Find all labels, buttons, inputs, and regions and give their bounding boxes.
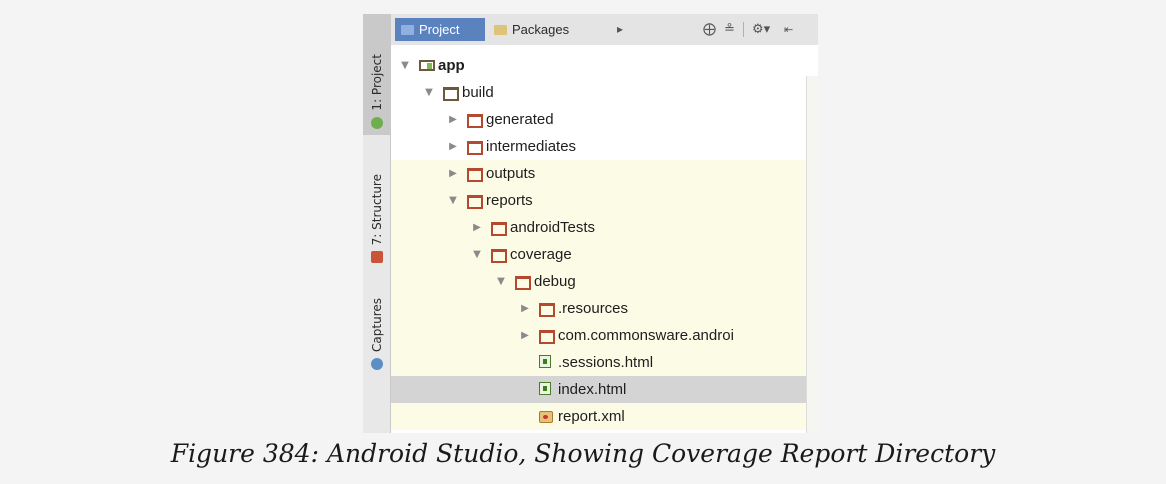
tree-row[interactable]: ▶ com.commonsware.androi (391, 322, 818, 349)
html-file-icon (539, 382, 551, 395)
tab-packages-view[interactable]: Packages (488, 18, 598, 41)
tree-row-label: .resources (558, 300, 629, 317)
chevron-down-icon[interactable]: ▼ (399, 52, 411, 79)
tab-project-view-label: Project (419, 22, 460, 37)
module-folder-icon (419, 60, 435, 71)
folder-icon (515, 276, 531, 290)
chevron-down-icon[interactable]: ▼ (447, 187, 459, 214)
tree-row-label: app (438, 57, 465, 74)
collapse-all-icon[interactable]: ≗ (724, 20, 735, 38)
folder-icon (443, 87, 459, 101)
tree-row[interactable]: index.html (391, 376, 818, 403)
folder-icon (539, 303, 555, 317)
android-icon (370, 117, 383, 129)
tree-row[interactable]: ▶ outputs (391, 160, 818, 187)
tree-scrollbar[interactable] (806, 76, 818, 433)
tab-captures[interactable]: Captures (363, 276, 390, 376)
tree-row[interactable]: ▶ intermediates (391, 133, 818, 160)
tree-row[interactable]: report.xml (391, 403, 818, 430)
toolbar-divider (743, 22, 744, 37)
tab-packages-view-label: Packages (512, 22, 570, 37)
tree-row[interactable]: .sessions.html (391, 349, 818, 376)
xml-file-icon (539, 411, 553, 423)
tab-project-view[interactable]: Project (395, 18, 485, 41)
folder-icon (467, 114, 483, 128)
tree-row-label: reports (486, 192, 533, 209)
tab-structure[interactable]: 7: Structure (363, 142, 390, 269)
tab-project-label: 1: Project (369, 54, 384, 111)
project-view-icon (401, 24, 414, 35)
folder-icon (467, 168, 483, 182)
chevron-right-icon[interactable]: ▶ (447, 160, 459, 187)
tree-row-label: report.xml (558, 408, 625, 425)
chevron-right-icon[interactable]: ▶ (519, 322, 531, 349)
captures-icon (370, 358, 383, 370)
tree-row-label: build (462, 84, 494, 101)
packages-view-icon (494, 24, 507, 35)
structure-icon (370, 251, 383, 263)
tree-row[interactable]: ▶ generated (391, 106, 818, 133)
chevron-down-icon[interactable]: ▼ (471, 241, 483, 268)
tree-row-label: debug (534, 273, 576, 290)
chevron-down-icon[interactable]: ▼ (423, 79, 435, 106)
html-file-icon (539, 355, 551, 368)
scroll-from-source-icon[interactable]: ⨁ (703, 20, 716, 38)
tree-row-label: coverage (510, 246, 572, 263)
tree-row[interactable]: ▼ build (391, 79, 818, 106)
hide-panel-icon[interactable]: ⇤ (784, 20, 793, 38)
folder-icon (539, 330, 555, 344)
gear-icon[interactable]: ⚙▾ (752, 20, 770, 38)
tree-row-label: com.commonsware.androi (558, 327, 734, 344)
project-panel: Project Packages ▸ ⨁ ≗ ⚙▾ ⇤ ▼ app ▼ build ▶ g… (391, 14, 818, 433)
figure-caption: Figure 384: Android Studio, Showing Cove… (170, 439, 996, 468)
tab-structure-label: 7: Structure (369, 173, 384, 245)
tree-row-label: index.html (558, 381, 627, 398)
tree-row[interactable]: ▼ reports (391, 187, 818, 214)
chevron-right-icon[interactable]: ▶ (447, 106, 459, 133)
chevron-right-icon[interactable]: ▶ (471, 214, 483, 241)
tab-captures-label: Captures (369, 298, 384, 352)
tree-row[interactable]: ▼ app (391, 52, 818, 79)
chevron-right-icon[interactable]: ▶ (447, 133, 459, 160)
tree-row-label: outputs (486, 165, 536, 182)
tree-row[interactable]: ▼ coverage (391, 241, 818, 268)
tree-row-label: generated (486, 111, 554, 128)
folder-icon (467, 141, 483, 155)
tree-row-label: .sessions.html (558, 354, 654, 371)
chevron-right-icon[interactable]: ▶ (519, 295, 531, 322)
more-views-arrow-icon[interactable]: ▸ (617, 20, 623, 38)
tree-row-label: androidTests (510, 219, 596, 236)
tree-row[interactable]: ▶ androidTests (391, 214, 818, 241)
folder-icon (467, 195, 483, 209)
tree-row-label: intermediates (486, 138, 577, 155)
project-tree: ▼ app ▼ build ▶ generated ▶ intermediates ▶ outpu… (391, 45, 818, 433)
folder-icon (491, 222, 507, 236)
tool-window-strip: 1: Project 7: Structure Captures (363, 14, 391, 433)
android-studio-project-panel: 1: Project 7: Structure Captures Project… (363, 14, 818, 433)
chevron-down-icon[interactable]: ▼ (495, 268, 507, 295)
tab-project[interactable]: 1: Project (363, 14, 390, 135)
folder-icon (491, 249, 507, 263)
project-toolbar: Project Packages ▸ ⨁ ≗ ⚙▾ ⇤ (391, 14, 818, 46)
tree-row[interactable]: ▼ debug (391, 268, 818, 295)
tree-row[interactable]: ▶ .resources (391, 295, 818, 322)
